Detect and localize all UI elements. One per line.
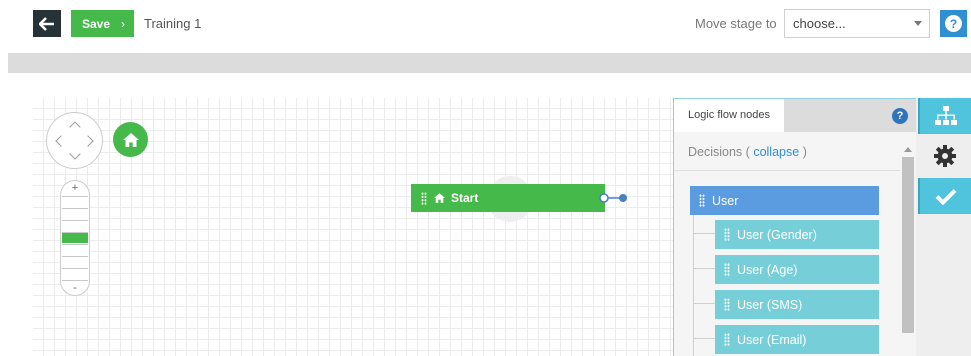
side-toolbar bbox=[916, 98, 971, 356]
check-icon bbox=[935, 188, 956, 205]
zoom-in-icon[interactable]: + bbox=[61, 182, 89, 194]
top-toolbar: Save › Training 1 Move stage to choose..… bbox=[0, 0, 971, 48]
pan-left-icon[interactable] bbox=[55, 135, 67, 147]
drag-handle-icon[interactable] bbox=[724, 263, 730, 276]
zoom-step bbox=[62, 268, 88, 269]
panel-scrollbar[interactable] bbox=[902, 145, 914, 356]
paren-open: ( bbox=[745, 145, 750, 159]
tab-logic-flow-nodes[interactable]: Logic flow nodes bbox=[674, 99, 784, 132]
validate-button[interactable] bbox=[918, 178, 971, 214]
help-button[interactable]: ? bbox=[940, 10, 967, 37]
node-user-sms[interactable]: User (SMS) bbox=[715, 290, 879, 319]
gear-icon bbox=[933, 145, 956, 167]
divider bbox=[674, 170, 900, 171]
stage-select[interactable]: choose... bbox=[784, 9, 930, 38]
node-user-label: User bbox=[712, 193, 739, 208]
pan-right-icon[interactable] bbox=[82, 135, 94, 147]
scroll-up-icon[interactable] bbox=[904, 147, 912, 152]
drag-handle-icon[interactable] bbox=[421, 191, 427, 205]
chevron-right-icon: › bbox=[121, 16, 126, 31]
move-stage-label: Move stage to bbox=[695, 16, 777, 31]
node-user-gender[interactable]: User (Gender) bbox=[715, 220, 879, 249]
zoom-level-indicator[interactable] bbox=[62, 233, 88, 243]
start-node-label: Start bbox=[451, 191, 479, 205]
decisions-heading: Decisions ( collapse ) bbox=[688, 145, 807, 159]
home-button[interactable] bbox=[113, 122, 148, 157]
flow-nodes-button[interactable] bbox=[918, 98, 971, 134]
tree-line bbox=[693, 233, 715, 234]
flow-tree-icon bbox=[934, 106, 957, 125]
node-user-age[interactable]: User (Age) bbox=[715, 255, 879, 284]
chevron-down-icon bbox=[914, 21, 922, 26]
panel-header: Logic flow nodes ? bbox=[674, 99, 916, 132]
zoom-step bbox=[62, 208, 88, 209]
home-icon bbox=[434, 193, 445, 203]
start-node[interactable]: Start bbox=[411, 184, 605, 212]
back-button[interactable] bbox=[33, 10, 61, 37]
arrow-left-icon bbox=[39, 16, 54, 31]
zoom-slider[interactable]: + - bbox=[60, 180, 90, 296]
pan-down-icon[interactable] bbox=[69, 148, 81, 160]
help-icon: ? bbox=[945, 15, 962, 32]
settings-button[interactable] bbox=[918, 138, 971, 174]
zoom-step bbox=[62, 220, 88, 221]
tree-line bbox=[693, 303, 715, 304]
save-button-label: Save bbox=[82, 16, 111, 31]
decisions-label: Decisions bbox=[688, 145, 743, 159]
zoom-step bbox=[62, 244, 88, 245]
logic-flow-panel: Logic flow nodes ? Decisions ( collapse … bbox=[673, 98, 917, 356]
drag-handle-icon[interactable] bbox=[724, 333, 730, 346]
stage-select-value: choose... bbox=[793, 16, 846, 31]
panel-help-icon[interactable]: ? bbox=[892, 108, 908, 124]
drag-handle-icon[interactable] bbox=[724, 298, 730, 311]
status-bar bbox=[8, 53, 971, 73]
tree-line bbox=[693, 268, 715, 269]
drag-handle-icon[interactable] bbox=[724, 228, 730, 241]
node-user[interactable]: User bbox=[690, 186, 879, 215]
node-label: User (Email) bbox=[737, 332, 807, 347]
collapse-link[interactable]: collapse bbox=[753, 145, 799, 159]
node-label: User (Gender) bbox=[737, 227, 817, 242]
tree-line bbox=[693, 215, 694, 356]
home-icon bbox=[122, 132, 139, 147]
scroll-thumb[interactable] bbox=[902, 157, 914, 333]
zoom-step bbox=[62, 280, 88, 281]
output-connector[interactable] bbox=[598, 192, 630, 204]
node-user-email[interactable]: User (Email) bbox=[715, 325, 879, 354]
zoom-step bbox=[62, 196, 88, 197]
pan-up-icon[interactable] bbox=[69, 121, 81, 133]
pan-control[interactable] bbox=[46, 112, 103, 169]
zoom-out-icon[interactable]: - bbox=[61, 282, 89, 294]
zoom-step bbox=[62, 256, 88, 257]
tree-line bbox=[693, 338, 715, 339]
page-title: Training 1 bbox=[144, 16, 202, 31]
drag-handle-icon[interactable] bbox=[699, 194, 705, 207]
paren-close: ) bbox=[802, 145, 807, 159]
save-button[interactable]: Save › bbox=[71, 10, 134, 37]
node-label: User (Age) bbox=[737, 262, 798, 277]
node-label: User (SMS) bbox=[737, 297, 803, 312]
